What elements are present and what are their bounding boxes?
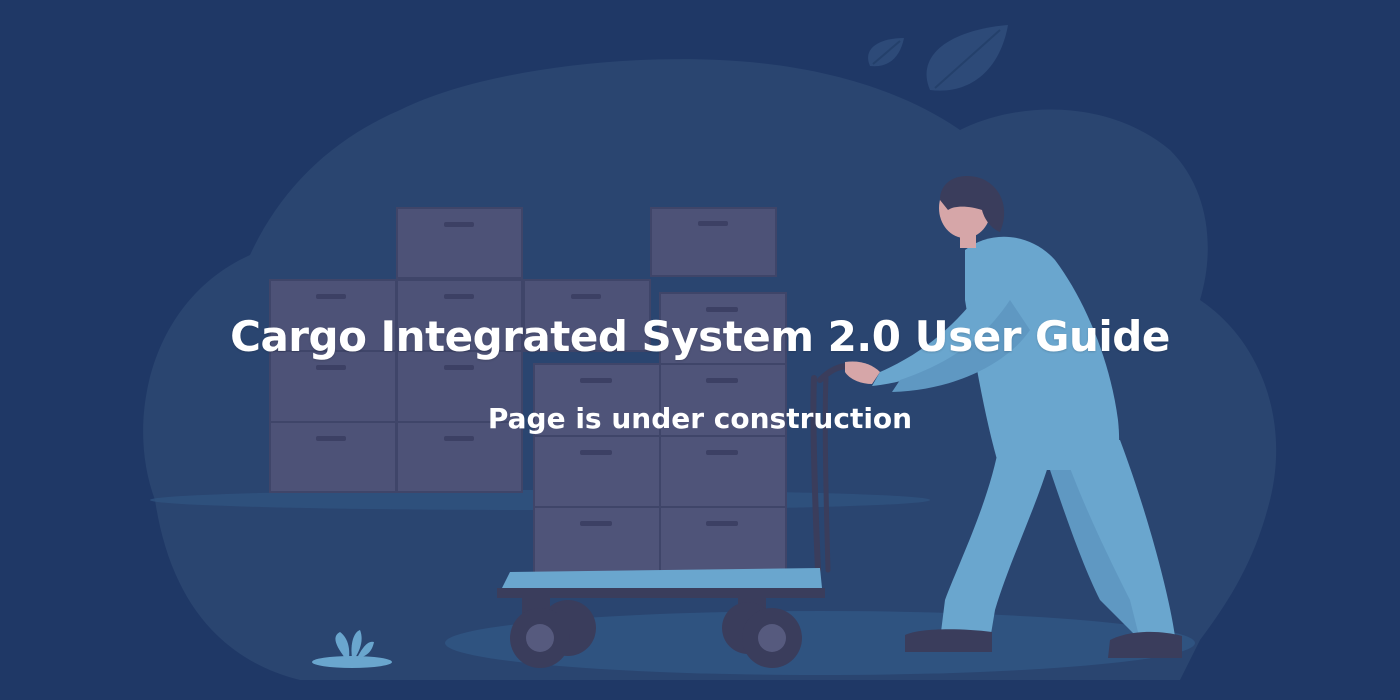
leaf-icon	[868, 25, 1008, 91]
page-title: Cargo Integrated System 2.0 User Guide	[230, 312, 1170, 361]
under-construction-page: Cargo Integrated System 2.0 User Guide P…	[0, 0, 1400, 700]
construction-message: Page is under construction	[487, 402, 913, 435]
